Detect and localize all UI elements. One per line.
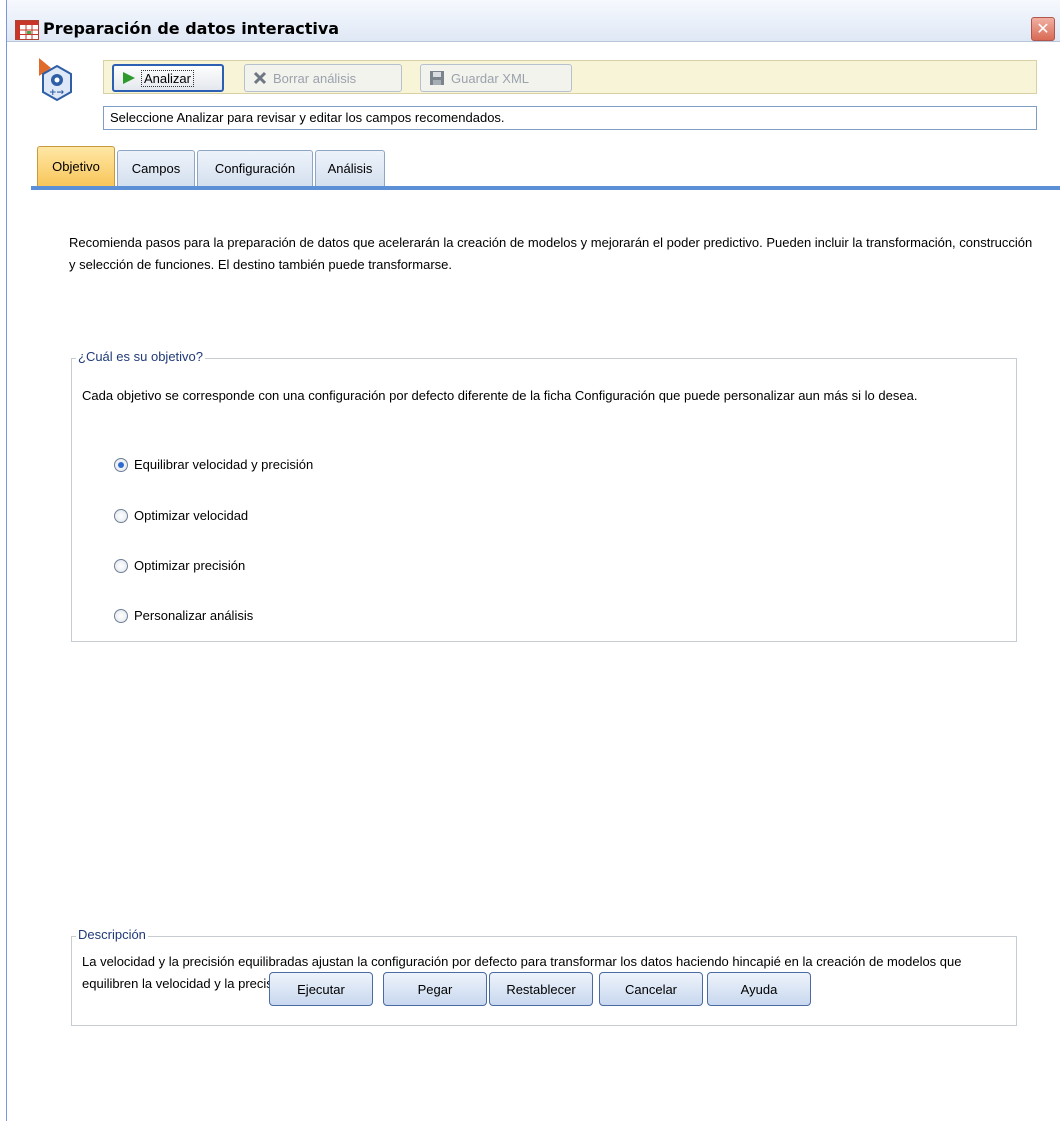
radio-optimize-precision[interactable]: Optimizar precisión [114, 558, 245, 573]
paste-button[interactable]: Pegar [383, 972, 487, 1006]
tab-configuracion[interactable]: Configuración [197, 150, 313, 186]
radio-button[interactable] [114, 457, 128, 472]
radio-button[interactable] [114, 558, 128, 573]
radio-button[interactable] [114, 608, 128, 623]
analyze-button-label: Analizar [141, 69, 194, 87]
save-xml-button[interactable]: Guardar XML [420, 64, 572, 92]
radio-optimize-speed[interactable]: Optimizar velocidad [114, 508, 248, 523]
save-xml-label: Guardar XML [451, 70, 530, 86]
help-button-label: Ayuda [740, 981, 778, 997]
objective-group-legend: ¿Cuál es su objetivo? [76, 349, 206, 364]
objective-group-text: Cada objetivo se corresponde con una con… [82, 388, 918, 403]
play-icon [123, 72, 135, 84]
cancel-button-label: Cancelar [624, 981, 678, 997]
x-icon [253, 71, 267, 85]
dialog-window: Preparación de datos interactiva ✕ +→ An… [6, 0, 1060, 1121]
tab-campos[interactable]: Campos [117, 150, 195, 186]
radio-custom-analysis[interactable]: Personalizar análisis [114, 608, 253, 623]
tab-objetivo[interactable]: Objetivo [37, 146, 115, 186]
run-button[interactable]: Ejecutar [269, 972, 373, 1006]
radio-balance[interactable]: Equilibrar velocidad y precisión [114, 457, 313, 472]
status-message: Seleccione Analizar para revisar y edita… [103, 106, 1037, 130]
radio-label: Optimizar precisión [134, 558, 246, 573]
description-group-legend: Descripción [76, 927, 148, 942]
svg-text:+→: +→ [49, 88, 65, 98]
radio-label: Optimizar velocidad [134, 508, 249, 523]
analyze-button[interactable]: Analizar [112, 64, 224, 92]
window-title: Preparación de datos interactiva [43, 19, 340, 38]
cancel-button[interactable]: Cancelar [599, 972, 703, 1006]
clear-analysis-button[interactable]: Borrar análisis [244, 64, 402, 92]
toolbar: Analizar Borrar análisis Guardar XML [103, 60, 1037, 94]
intro-text: Recomienda pasos para la preparación de … [69, 235, 1033, 272]
clear-analysis-label: Borrar análisis [273, 70, 357, 86]
paste-button-label: Pegar [417, 981, 453, 997]
close-icon: ✕ [1036, 19, 1050, 38]
objective-group: ¿Cuál es su objetivo? Cada objetivo se c… [71, 349, 1017, 642]
radio-button[interactable] [114, 508, 128, 523]
spreadsheet-icon [15, 20, 39, 40]
floppy-disk-icon [430, 71, 444, 85]
tab-bar: Objetivo Campos Configuración Análisis [37, 146, 1060, 186]
tab-analisis[interactable]: Análisis [315, 150, 385, 186]
reset-button-label: Restablecer [506, 981, 576, 997]
run-button-label: Ejecutar [297, 981, 345, 997]
reset-button[interactable]: Restablecer [489, 972, 593, 1006]
radio-label: Personalizar análisis [134, 608, 254, 623]
radio-label: Equilibrar velocidad y precisión [134, 457, 314, 472]
data-preparation-icon: +→ [39, 58, 75, 116]
close-button[interactable]: ✕ [1031, 17, 1055, 41]
title-bar[interactable]: Preparación de datos interactiva ✕ [7, 0, 1060, 42]
help-button[interactable]: Ayuda [707, 972, 811, 1006]
